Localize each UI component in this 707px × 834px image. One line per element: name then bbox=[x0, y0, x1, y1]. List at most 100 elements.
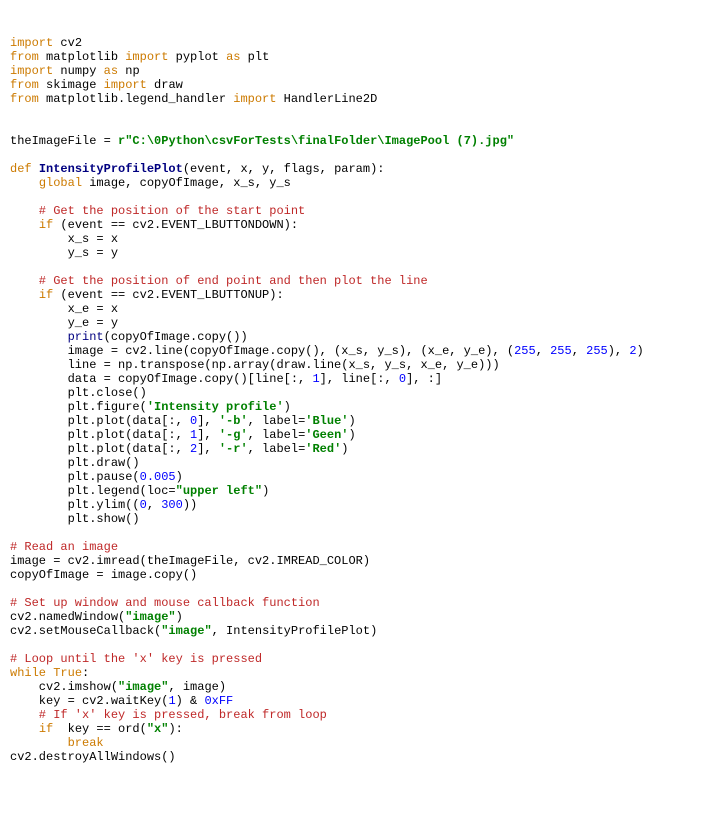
code-text: plt bbox=[240, 50, 269, 64]
code-text: pyplot bbox=[168, 50, 226, 64]
code-text: ], :] bbox=[406, 372, 442, 386]
number: 0xFF bbox=[204, 694, 233, 708]
code-text: plt.show() bbox=[10, 512, 140, 526]
indent bbox=[10, 218, 39, 232]
code-text: ], bbox=[197, 414, 219, 428]
string-literal: 'Red' bbox=[305, 442, 341, 456]
code-text: y_e = y bbox=[10, 316, 118, 330]
code-text: , bbox=[536, 344, 550, 358]
code-text: ) bbox=[348, 414, 355, 428]
code-text: ) bbox=[284, 400, 291, 414]
code-text: image, copyOfImage, x_s, y_s bbox=[82, 176, 291, 190]
indent bbox=[10, 736, 68, 750]
code-text: matplotlib bbox=[39, 50, 125, 64]
code-text: HandlerLine2D bbox=[276, 92, 377, 106]
code-text: ): bbox=[168, 722, 182, 736]
code-text: , label= bbox=[248, 442, 306, 456]
code-text: data = copyOfImage.copy()[line[:, bbox=[10, 372, 312, 386]
code-text: (event == cv2.EVENT_LBUTTONDOWN): bbox=[53, 218, 298, 232]
code-text: theImageFile = bbox=[10, 134, 118, 148]
number: 0.005 bbox=[140, 470, 176, 484]
code-text: , image) bbox=[168, 680, 226, 694]
code-text: plt.figure( bbox=[10, 400, 147, 414]
code-text: numpy bbox=[53, 64, 103, 78]
indent bbox=[10, 722, 39, 736]
comment: # Get the position of the start point bbox=[10, 204, 305, 218]
code-block: import cv2 from matplotlib import pyplot… bbox=[10, 36, 697, 764]
code-text: ], bbox=[197, 428, 219, 442]
code-text: draw bbox=[147, 78, 183, 92]
kw-import: import bbox=[125, 50, 168, 64]
kw-import: import bbox=[10, 36, 53, 50]
code-text: ) bbox=[176, 610, 183, 624]
number: 1 bbox=[168, 694, 175, 708]
code-text: copyOfImage = image.copy() bbox=[10, 568, 197, 582]
code-text: ) bbox=[348, 428, 355, 442]
comment: # Read an image bbox=[10, 540, 118, 554]
code-text: x_e = x bbox=[10, 302, 118, 316]
code-text: plt.legend(loc= bbox=[10, 484, 176, 498]
indent bbox=[10, 330, 68, 344]
code-text: y_s = y bbox=[10, 246, 118, 260]
code-text: (copyOfImage.copy()) bbox=[104, 330, 248, 344]
comment: # Set up window and mouse callback funct… bbox=[10, 596, 320, 610]
code-text: ], bbox=[197, 442, 219, 456]
comment: # If 'x' key is pressed, break from loop bbox=[10, 708, 327, 722]
code-text: plt.plot(data[:, bbox=[10, 428, 190, 442]
code-text: plt.plot(data[:, bbox=[10, 414, 190, 428]
code-text: np bbox=[118, 64, 140, 78]
code-text: skimage bbox=[39, 78, 104, 92]
code-text: key == ord( bbox=[53, 722, 147, 736]
code-text: plt.pause( bbox=[10, 470, 140, 484]
string-literal: "x" bbox=[147, 722, 169, 736]
string-literal: '-g' bbox=[219, 428, 248, 442]
kw-break: break bbox=[68, 736, 104, 750]
string-literal: 'Geen' bbox=[305, 428, 348, 442]
number: 300 bbox=[161, 498, 183, 512]
code-text: ) bbox=[637, 344, 644, 358]
code-text: )) bbox=[183, 498, 197, 512]
code-text: (event, x, y, flags, param): bbox=[183, 162, 385, 176]
string-literal: "image" bbox=[118, 680, 168, 694]
code-text: ], line[:, bbox=[320, 372, 399, 386]
kw-while: while bbox=[10, 666, 53, 680]
code-text: image = cv2.line(copyOfImage.copy(), (x_… bbox=[10, 344, 514, 358]
string-literal: 'Intensity profile' bbox=[147, 400, 284, 414]
kw-if: if bbox=[39, 218, 53, 232]
kw-import: import bbox=[104, 78, 147, 92]
code-text: , bbox=[147, 498, 161, 512]
code-text: matplotlib.legend_handler bbox=[39, 92, 233, 106]
code-text: line = np.transpose(np.array(draw.line(x… bbox=[10, 358, 500, 372]
code-text: plt.draw() bbox=[10, 456, 140, 470]
func-name: IntensityProfilePlot bbox=[39, 162, 183, 176]
code-text: cv2.destroyAllWindows() bbox=[10, 750, 176, 764]
code-text: (event == cv2.EVENT_LBUTTONUP): bbox=[53, 288, 283, 302]
code-text: cv2 bbox=[53, 36, 82, 50]
kw-if: if bbox=[39, 288, 53, 302]
number: 0 bbox=[399, 372, 406, 386]
code-text: , label= bbox=[248, 414, 306, 428]
indent bbox=[10, 176, 39, 190]
code-text: plt.ylim(( bbox=[10, 498, 140, 512]
kw-as: as bbox=[104, 64, 118, 78]
comment: # Get the position of end point and then… bbox=[10, 274, 428, 288]
kw-import: import bbox=[233, 92, 276, 106]
number: 255 bbox=[550, 344, 572, 358]
kw-from: from bbox=[10, 50, 39, 64]
kw-global: global bbox=[39, 176, 82, 190]
number: 2 bbox=[629, 344, 636, 358]
code-text: ) bbox=[341, 442, 348, 456]
indent bbox=[10, 288, 39, 302]
code-text: , IntensityProfilePlot) bbox=[212, 624, 378, 638]
kw-from: from bbox=[10, 92, 39, 106]
code-text: , label= bbox=[248, 428, 306, 442]
kw-import: import bbox=[10, 64, 53, 78]
code-text: cv2.namedWindow( bbox=[10, 610, 125, 624]
code-text: ) bbox=[262, 484, 269, 498]
string-literal: 'Blue' bbox=[305, 414, 348, 428]
string-literal: "image" bbox=[161, 624, 211, 638]
code-text: , bbox=[572, 344, 586, 358]
code-text: image = cv2.imread(theImageFile, cv2.IMR… bbox=[10, 554, 370, 568]
code-text: x_s = x bbox=[10, 232, 118, 246]
kw-def: def bbox=[10, 162, 39, 176]
